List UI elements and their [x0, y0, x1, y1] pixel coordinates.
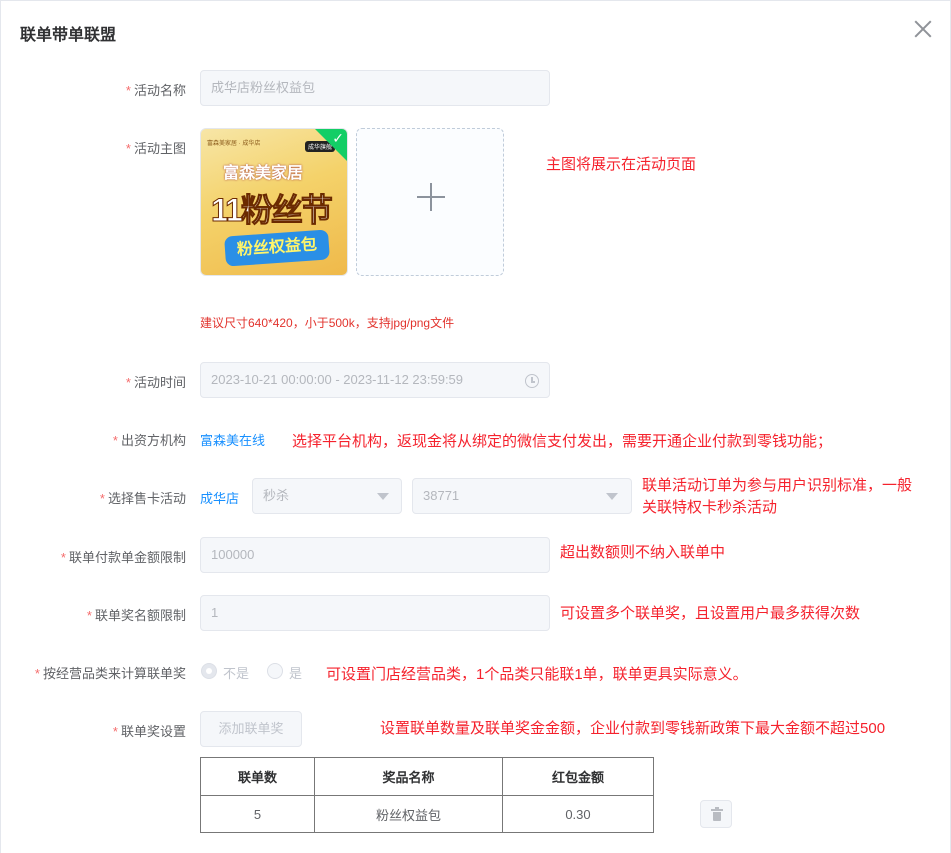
main-image-hint: 建议尺寸640*420，小于500k，支持jpg/png文件: [200, 316, 455, 330]
table-cell: 0.30: [501, 795, 655, 833]
thumbnail-brand: 富森美家居: [223, 165, 304, 182]
upload-image-button[interactable]: [356, 128, 504, 276]
radio-yes[interactable]: [267, 663, 283, 679]
main-image-label: * 活动主图: [125, 141, 186, 156]
prize-setting-annotation: 设置联单数量及联单奖金金额，企业付款到零钱新政策下最大金额不超过500: [380, 720, 886, 737]
card-activity-annotation-2: 关联特权卡秒杀活动: [642, 499, 778, 516]
quota-limit-label: * 联单奖名额限制: [86, 608, 186, 623]
prize-setting-label: * 联单奖设置: [112, 724, 186, 739]
delete-row-button[interactable]: [700, 800, 732, 828]
radio-no[interactable]: [201, 663, 217, 679]
clock-icon: [525, 374, 539, 388]
column-header: 红包金额: [501, 757, 655, 796]
main-image-annotation: 主图将展示在活动页面: [546, 156, 697, 173]
category-calc-label: * 按经营品类来计算联单奖: [34, 666, 186, 681]
main-image-thumbnail[interactable]: 富森美家居 · 成华店 成华旗舰 富森美家居 11粉丝节 粉丝权益包 ✓: [200, 128, 348, 276]
thumbnail-pack: 粉丝权益包: [224, 229, 330, 267]
table-row: 5 粉丝权益包 0.30: [200, 795, 655, 833]
thumbnail-logo-text: 富森美家居 · 成华店: [207, 141, 261, 147]
funder-link[interactable]: 富森美在线: [200, 430, 265, 449]
add-prize-button[interactable]: 添加联单奖: [200, 711, 302, 747]
funder-annotation: 选择平台机构，返现金将从绑定的微信支付发出，需要开通企业付款到零钱功能；: [292, 433, 833, 450]
chevron-down-icon: [606, 493, 618, 500]
pay-limit-annotation: 超出数额则不纳入联单中: [560, 544, 726, 561]
activity-name-input[interactable]: 成华店粉丝权益包: [200, 70, 550, 106]
table-header-row: 联单数 奖品名称 红包金额: [200, 757, 655, 796]
radio-yes-label: 是: [289, 666, 303, 681]
activity-name-label: * 活动名称: [125, 83, 186, 98]
column-header: 联单数: [200, 757, 315, 796]
activity-time-label: * 活动时间: [125, 375, 186, 390]
pay-limit-input[interactable]: 100000: [200, 537, 550, 573]
column-header: 奖品名称: [313, 757, 503, 796]
table-cell: 5: [200, 795, 315, 833]
dialog: 联单带单联盟 * 活动名称 成华店粉丝权益包 * 活动主图 富森美家居 · 成华店 …: [0, 0, 951, 853]
card-activity-label: * 选择售卡活动: [99, 491, 186, 506]
activity-time-input[interactable]: 2023-10-21 00:00:00 - 2023-11-12 23:59:5…: [200, 362, 550, 398]
card-activity-annotation-1: 联单活动订单为参与用户识别标准，一般: [642, 477, 913, 494]
close-icon[interactable]: [912, 18, 934, 40]
activity-id-select[interactable]: 38771: [412, 478, 632, 514]
quota-limit-annotation: 可设置多个联单奖，且设置用户最多获得次数: [560, 605, 861, 622]
funder-label: * 出资方机构: [112, 433, 186, 448]
prize-table: 联单数 奖品名称 红包金额 5 粉丝权益包 0.30: [200, 757, 655, 833]
dialog-title: 联单带单联盟: [20, 27, 117, 44]
radio-no-label: 不是: [223, 666, 250, 681]
pay-limit-label: * 联单付款单金额限制: [60, 550, 186, 565]
quota-limit-input[interactable]: 1: [200, 595, 550, 631]
store-link[interactable]: 成华店: [200, 488, 239, 507]
chevron-down-icon: [377, 493, 389, 500]
check-icon: ✓: [332, 130, 344, 146]
thumbnail-headline: 11粉丝节: [211, 192, 334, 229]
table-cell: 粉丝权益包: [313, 795, 503, 833]
category-calc-annotation: 可设置门店经营品类，1个品类只能联1单，联单更具实际意义。: [326, 666, 748, 683]
